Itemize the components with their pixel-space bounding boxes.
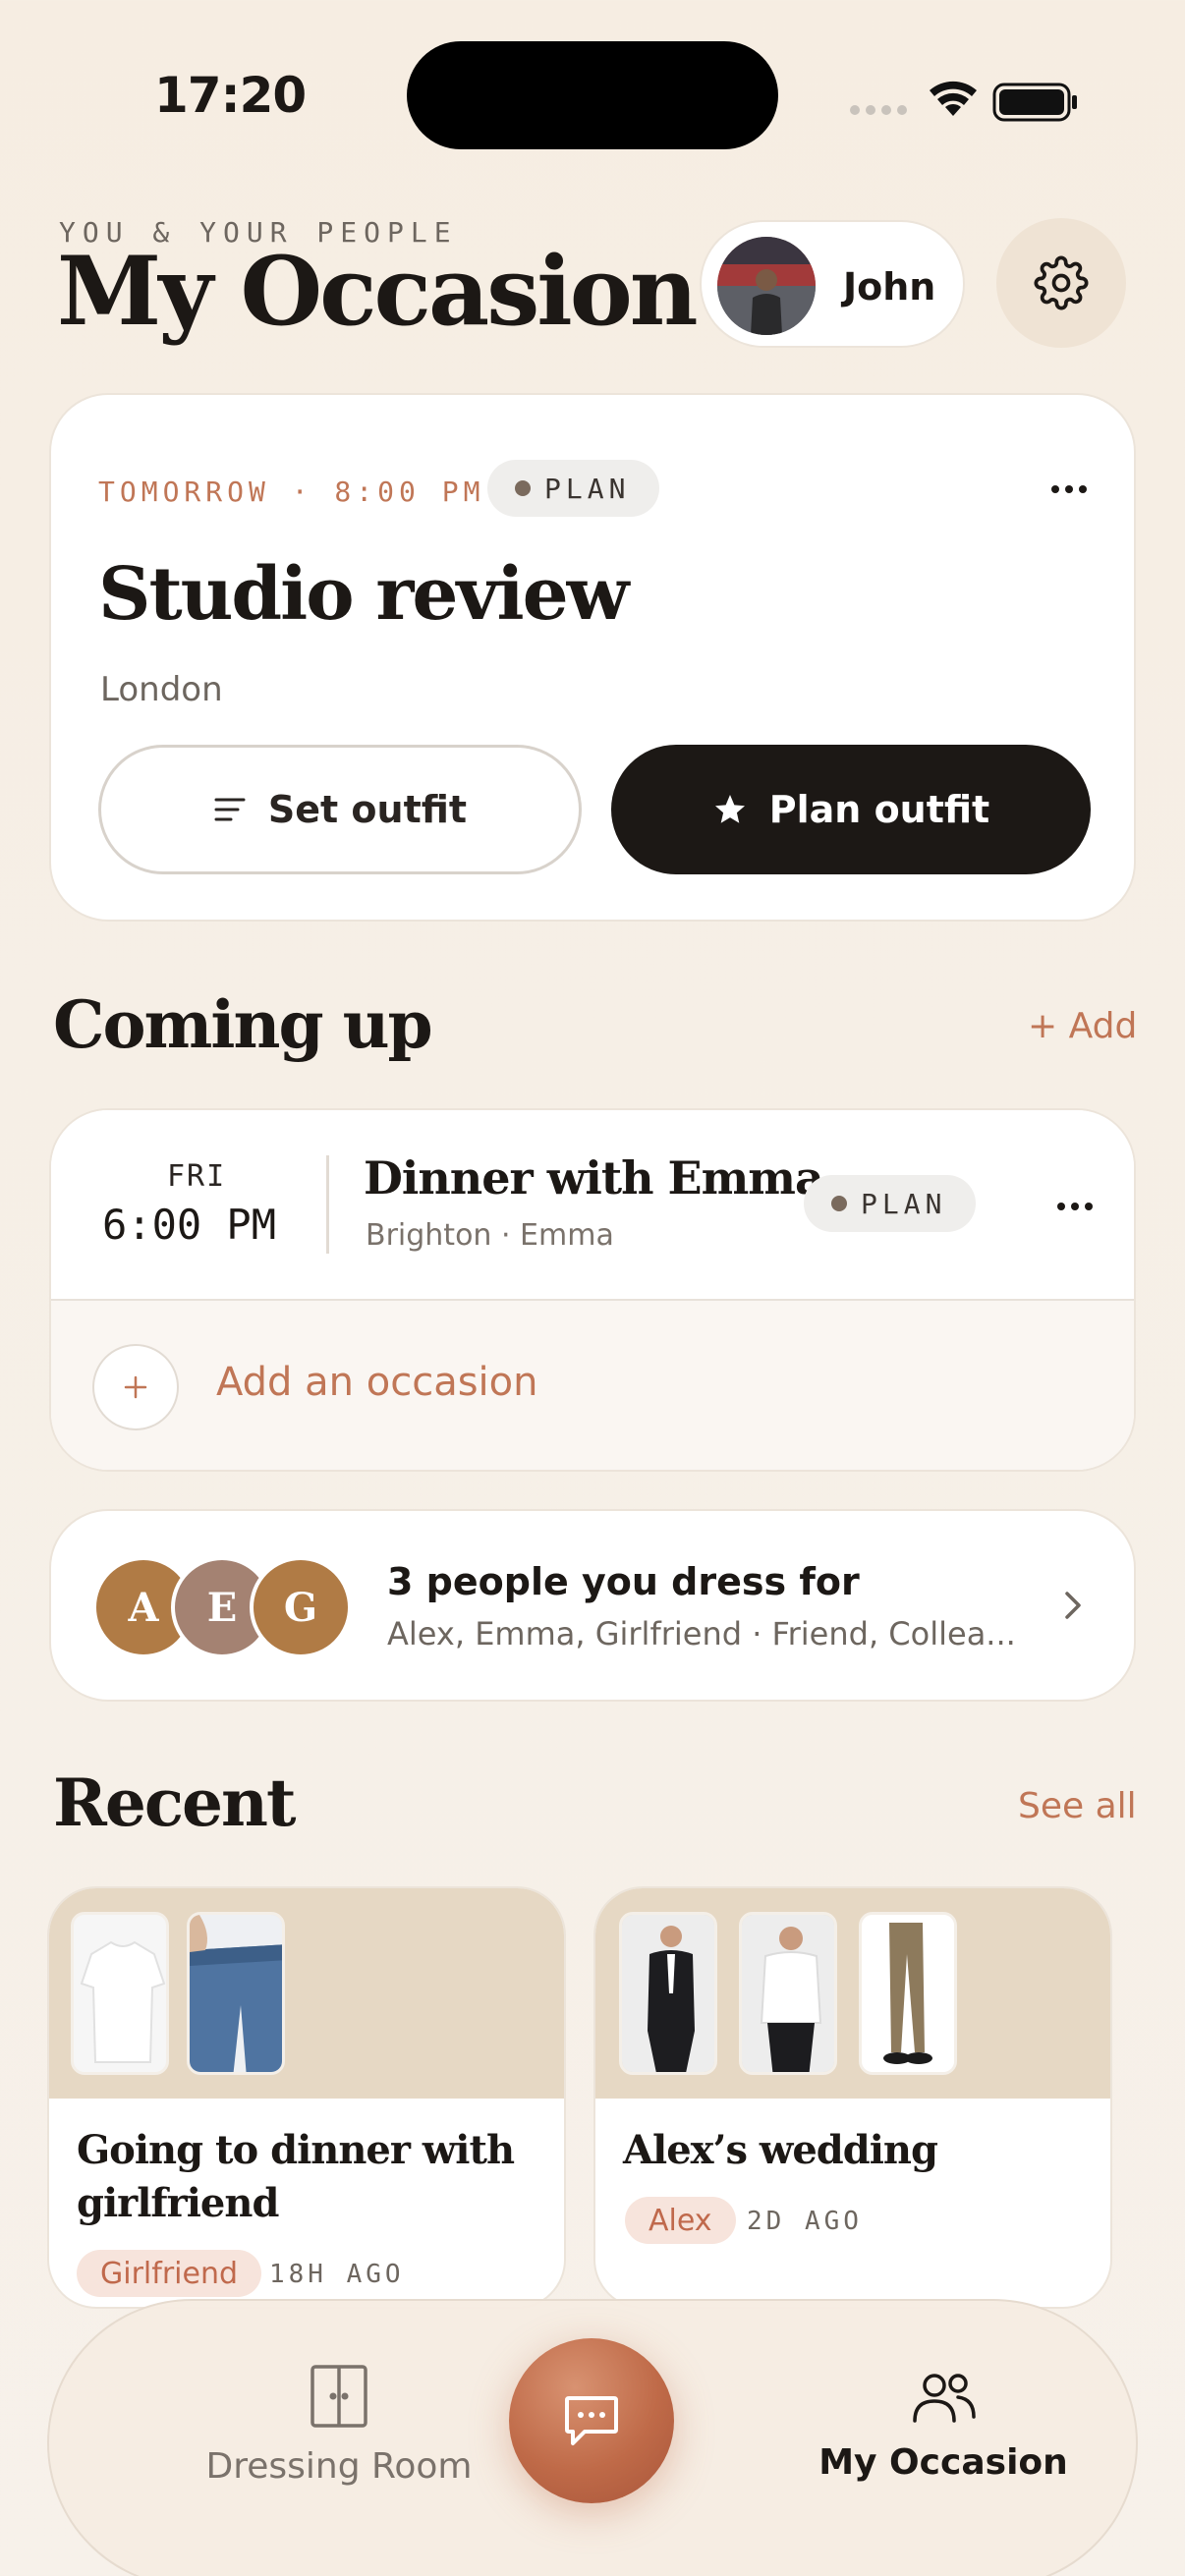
more-icon (1051, 485, 1059, 493)
tab-my-occasion[interactable]: My Occasion (737, 2301, 1150, 2576)
time-ago: 18H AGO (269, 2260, 405, 2289)
outfit-thumbnails (595, 1888, 1110, 2099)
tab-dressing-room[interactable]: Dressing Room (157, 2301, 521, 2576)
settings-button[interactable] (996, 218, 1126, 348)
event-day: FRI (167, 1159, 227, 1194)
recent-heading: Recent (53, 1764, 296, 1841)
outfit-thumbnails (49, 1888, 564, 2099)
status-dot (831, 1196, 847, 1211)
avatar (717, 237, 816, 335)
dynamic-island (407, 41, 778, 149)
chat-icon (565, 2396, 618, 2445)
list-item[interactable]: FRI 6:00 PM Dinner with Emma Brighton · … (51, 1110, 1134, 1301)
wifi-icon (930, 81, 977, 116)
status-time: 17:20 (154, 67, 307, 124)
set-outfit-button[interactable]: Set outfit (98, 745, 582, 874)
outfit-thumbnail (619, 1912, 717, 2075)
tab-dressing-room-label: Dressing Room (205, 2446, 473, 2487)
more-options-button[interactable] (1040, 470, 1099, 509)
user-name: John (843, 265, 936, 308)
time-ago: 2D AGO (747, 2207, 863, 2236)
plan-outfit-label: Plan outfit (768, 788, 990, 831)
featured-occasion-card[interactable]: TOMORROW · 8:00 PM PLAN Studio review Lo… (49, 393, 1136, 922)
status-badge: PLAN (487, 460, 660, 517)
status-badge: PLAN (804, 1175, 977, 1232)
recent-card[interactable]: Going to dinner with girlfriend Girlfrie… (47, 1886, 566, 2309)
battery-icon (992, 83, 1077, 122)
coming-up-heading: Coming up (53, 986, 433, 1063)
wardrobe-icon (310, 2364, 368, 2433)
people-title: 3 people you dress for (387, 1560, 860, 1603)
chevron-right-icon (1059, 1586, 1087, 1629)
outfit-thumbnail (187, 1912, 285, 2075)
people-avatars: A E G (92, 1556, 358, 1658)
divider (326, 1155, 329, 1254)
person-chip: Alex (625, 2197, 736, 2244)
occasion-location: London (100, 670, 223, 709)
event-title: Dinner with Emma (364, 1151, 824, 1204)
set-outfit-label: Set outfit (267, 788, 468, 831)
status-badge-label: PLAN (544, 472, 631, 505)
outfit-thumbnail (859, 1912, 957, 2075)
outfit-thumbnail (739, 1912, 837, 2075)
add-occasion-label: Add an occasion (216, 1360, 538, 1405)
see-all-link[interactable]: See all (1018, 1786, 1137, 1826)
upcoming-list: FRI 6:00 PM Dinner with Emma Brighton · … (49, 1108, 1136, 1472)
list-icon (213, 795, 247, 824)
recent-title: Alex’s wedding (623, 2127, 938, 2173)
recent-card[interactable]: Alex’s wedding Alex 2D AGO (593, 1886, 1112, 2309)
status-dot (515, 480, 531, 496)
occasion-title: Studio review (98, 552, 629, 637)
more-icon (1057, 1203, 1065, 1210)
signal-icon (850, 105, 907, 115)
page-title: My Occasion (57, 236, 699, 347)
people-subtitle: Alex, Emma, Girlfriend · Friend, Collea.… (387, 1615, 1016, 1652)
event-meta: Brighton · Emma (366, 1218, 614, 1253)
more-options-button[interactable] (1045, 1187, 1104, 1226)
person-chip: Girlfriend (77, 2250, 261, 2297)
plus-icon (92, 1344, 179, 1430)
recent-title: Going to dinner with girlfriend (77, 2127, 515, 2226)
occasion-datetime: TOMORROW · 8:00 PM (98, 476, 485, 508)
avatar: G (250, 1556, 352, 1658)
add-occasion-row[interactable]: Add an occasion (51, 1301, 1134, 1470)
plan-outfit-button[interactable]: Plan outfit (611, 745, 1091, 874)
outfit-thumbnail (71, 1912, 169, 2075)
tab-my-occasion-label: My Occasion (818, 2442, 1068, 2483)
event-time: 6:00 PM (102, 1201, 277, 1249)
status-icons (847, 73, 1083, 122)
gear-icon (1034, 255, 1089, 310)
chat-button[interactable] (509, 2338, 674, 2503)
people-icon (909, 2370, 978, 2429)
add-occasion-link[interactable]: + Add (1028, 1006, 1137, 1046)
star-icon (712, 792, 748, 827)
people-card[interactable]: A E G 3 people you dress for Alex, Emma,… (49, 1509, 1136, 1702)
status-badge-label: PLAN (861, 1187, 947, 1220)
profile-button[interactable]: John (700, 220, 965, 348)
